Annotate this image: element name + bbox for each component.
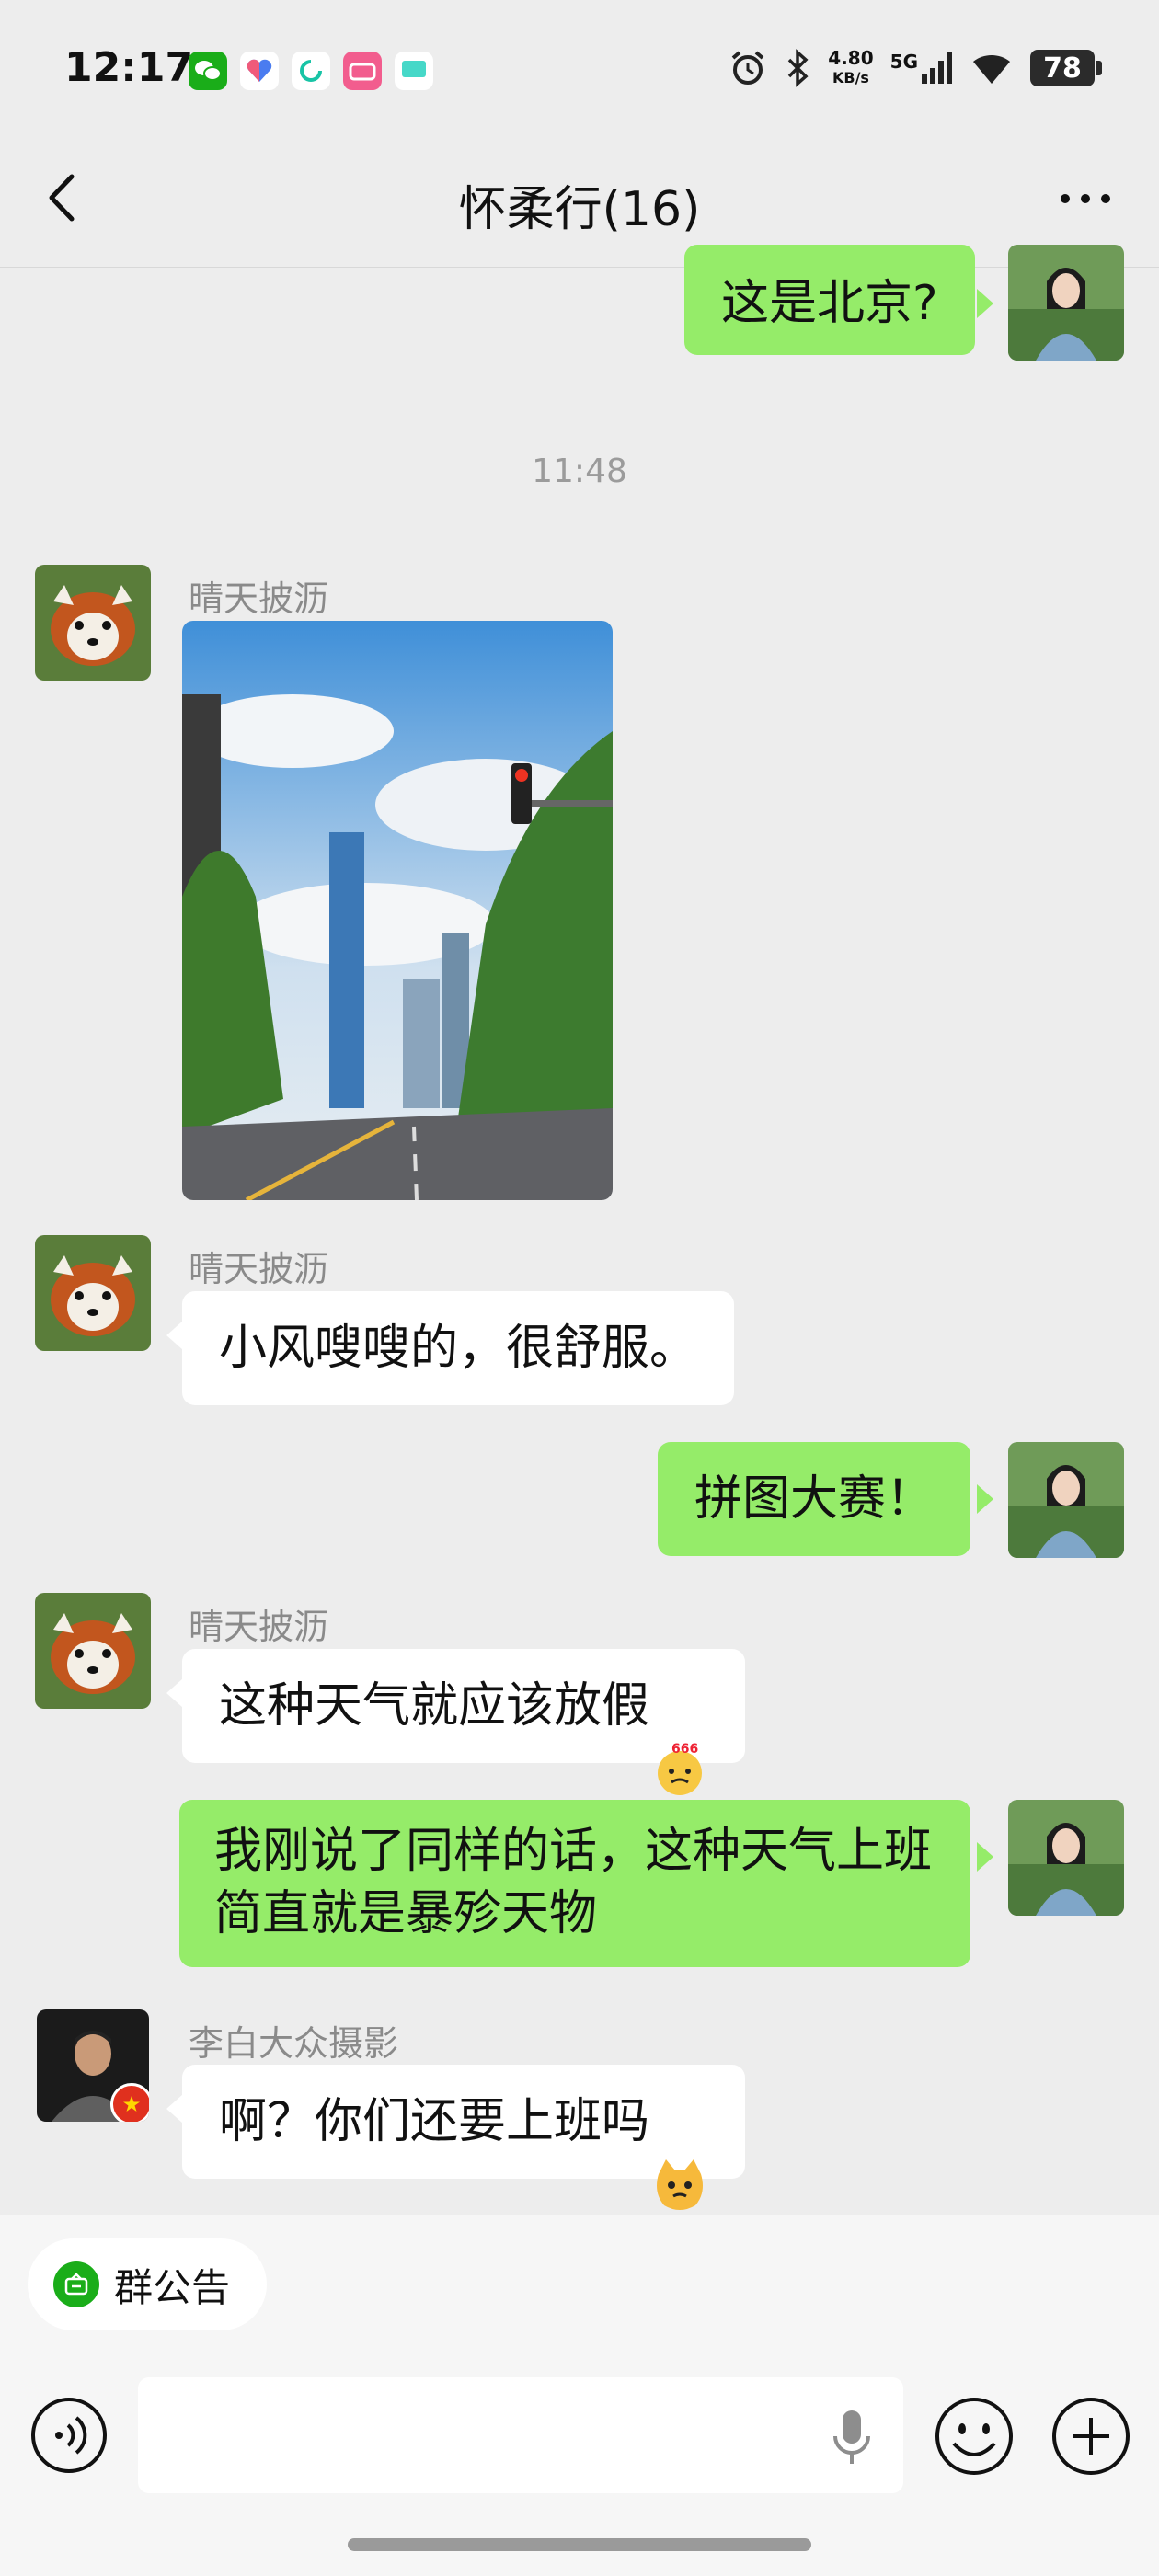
net-speed-unit: KB/s (832, 69, 869, 86)
cat-emoji-icon (651, 2093, 708, 2210)
cellular-signal: 5G (890, 52, 953, 84)
chat-title: 怀柔行(16) (458, 182, 701, 237)
bubble-tail (977, 1842, 993, 1872)
wechat-icon (189, 52, 227, 90)
svg-text:666: 666 (671, 1742, 698, 1757)
network-type: 5G (889, 51, 918, 73)
net-speed: 4.80 KB/s (828, 48, 873, 88)
bilibili-icon (343, 52, 382, 90)
sender-name: 李白大众摄影 (189, 2023, 399, 2064)
avatar-self[interactable] (1008, 245, 1124, 361)
battery-indicator: 78 (1030, 50, 1102, 86)
group-notice-button[interactable]: 群公告 (28, 2238, 268, 2330)
message-bubble-self[interactable]: 这是北京? (684, 245, 975, 355)
nav-divider (0, 267, 1159, 268)
avatar-qingtian[interactable] (35, 1593, 151, 1709)
message-text: 这种天气就应该放假 (219, 1678, 650, 1734)
avatar-qingtian[interactable] (35, 565, 151, 681)
voice-icon (31, 2398, 107, 2473)
home-indicator[interactable] (348, 2538, 811, 2551)
status-indicators: 4.80 KB/s 5G 78 (729, 48, 1102, 88)
more-button[interactable] (1049, 175, 1122, 221)
voice-input-button[interactable] (824, 2405, 879, 2469)
net-speed-value: 4.80 (828, 47, 874, 69)
avatar-self[interactable] (1008, 1800, 1124, 1916)
heart-app-icon (240, 52, 279, 90)
microphone-icon (833, 2410, 870, 2464)
sender-name: 晴天披沥 (189, 1607, 329, 1647)
more-icon (1061, 194, 1110, 203)
bubble-tail (166, 2094, 183, 2124)
star-icon (123, 2096, 140, 2112)
bubble-tail (977, 289, 993, 318)
smile-icon (935, 2398, 1013, 2475)
sender-name: 晴天披沥 (189, 1249, 329, 1289)
shared-photo[interactable] (182, 621, 613, 1200)
alarm-icon (731, 51, 764, 85)
flag-badge (110, 2083, 149, 2122)
plus-icon (1052, 2398, 1130, 2475)
bubble-tail (166, 1321, 183, 1350)
signal-icon (922, 52, 952, 84)
message-bubble-other[interactable]: 这种天气就应该放假 666 (182, 1649, 746, 1795)
666-emoji-icon: 666 (651, 1677, 708, 1795)
avatar-libai[interactable] (37, 2009, 149, 2122)
bubble-tail (166, 1678, 183, 1708)
avatar-self[interactable] (1008, 1442, 1124, 1558)
message-text: 啊？你们还要上班吗 (219, 2094, 650, 2149)
announcement-icon (53, 2261, 99, 2307)
bubble-tail (977, 1484, 993, 1514)
group-notice-label: 群公告 (114, 2264, 231, 2310)
status-time: 12:17 (64, 44, 194, 91)
voice-toggle-button[interactable] (29, 2396, 109, 2475)
message-bubble-other[interactable]: 啊？你们还要上班吗 (182, 2065, 746, 2210)
message-bubble-self[interactable]: 拼图大赛！ (658, 1442, 971, 1556)
chat-timestamp: 11:48 (532, 452, 627, 490)
message-app-icon (395, 52, 433, 90)
refresh-app-icon (292, 52, 330, 90)
wifi-icon (973, 54, 1010, 84)
status-app-icons (189, 52, 433, 90)
message-input[interactable] (138, 2377, 903, 2493)
bluetooth-icon (788, 49, 809, 87)
avatar-qingtian[interactable] (35, 1235, 151, 1351)
emoji-button[interactable] (934, 2396, 1015, 2477)
message-bubble-self[interactable]: 我刚说了同样的话，这种天气上班 简直就是暴殄天物 (179, 1800, 970, 1967)
sender-name: 晴天披沥 (189, 578, 329, 619)
message-bubble-other[interactable]: 小风嗖嗖的，很舒服。 (182, 1291, 735, 1405)
more-functions-button[interactable] (1050, 2396, 1131, 2477)
